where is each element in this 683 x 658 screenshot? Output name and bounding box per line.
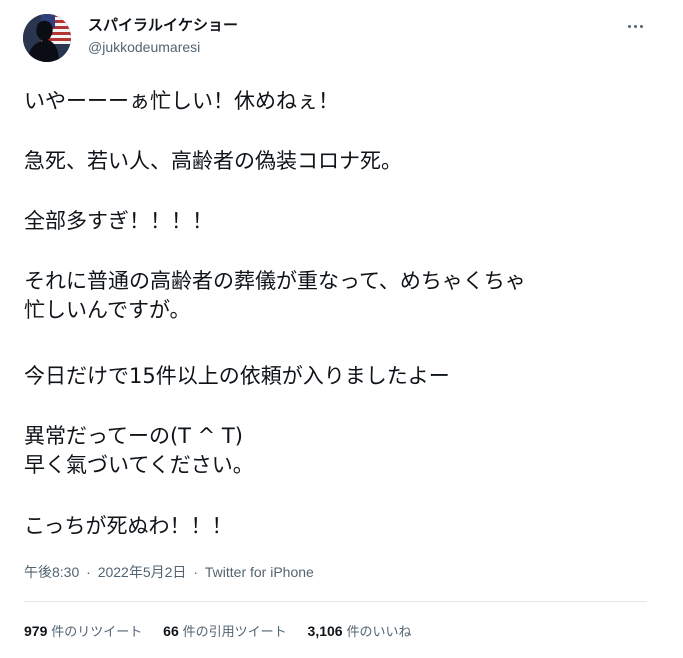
- tweet-line: 忙しいんですが。: [24, 298, 191, 322]
- tweet-time[interactable]: 午後8:30: [24, 564, 79, 580]
- display-name[interactable]: スパイラルイケショー: [88, 16, 238, 35]
- likes-label: 件のいいね: [346, 625, 412, 640]
- tweet-line: こっちが死ぬわ！！！: [24, 514, 233, 538]
- retweets-stat[interactable]: 979 件のリツイート: [24, 622, 142, 642]
- user-handle[interactable]: @jukkodeumaresi: [88, 38, 200, 56]
- quote-tweets-stat[interactable]: 66 件の引用ツイート: [163, 622, 286, 642]
- tweet-line: 急死、若い人、高齢者の偽装コロナ死。: [24, 149, 402, 173]
- quote-tweets-count: 66: [163, 623, 179, 639]
- tweet-metadata: 午後8:30 · 2022年5月2日 · Twitter for iPhone: [24, 563, 314, 581]
- avatar[interactable]: [23, 14, 71, 62]
- retweets-count: 979: [24, 623, 48, 639]
- tweet-card: スパイラルイケショー @jukkodeumaresi いやーーーぁ忙しい！休めね…: [0, 0, 683, 658]
- meta-separator: ·: [86, 564, 91, 580]
- tweet-date[interactable]: 2022年5月2日: [98, 564, 187, 580]
- tweet-source-link[interactable]: Twitter for iPhone: [205, 564, 314, 580]
- tweet-line: 異常だってーの(T ^ T): [24, 424, 243, 448]
- tweet-line: それに普通の高齢者の葬儀が重なって、めちゃくちゃ: [24, 269, 526, 293]
- likes-stat[interactable]: 3,106 件のいいね: [308, 622, 412, 642]
- avatar-image: [23, 14, 71, 62]
- tweet-line: いやーーーぁ忙しい！休めねぇ！: [24, 89, 339, 113]
- more-options-button[interactable]: [622, 16, 648, 36]
- retweets-label: 件のリツイート: [51, 625, 143, 640]
- meta-separator: ·: [193, 564, 198, 580]
- quote-tweets-label: 件の引用ツイート: [182, 625, 287, 640]
- more-horizontal-icon: [627, 24, 643, 28]
- tweet-line: 今日だけで15件以上の依頼が入りましたよー: [24, 364, 450, 388]
- divider: [24, 601, 647, 602]
- tweet-line: 全部多すぎ！！！！: [24, 209, 213, 233]
- engagement-stats: 979 件のリツイート 66 件の引用ツイート 3,106 件のいいね: [24, 622, 428, 642]
- tweet-line: 早く氣づいてください。: [24, 453, 254, 477]
- likes-count: 3,106: [307, 623, 343, 639]
